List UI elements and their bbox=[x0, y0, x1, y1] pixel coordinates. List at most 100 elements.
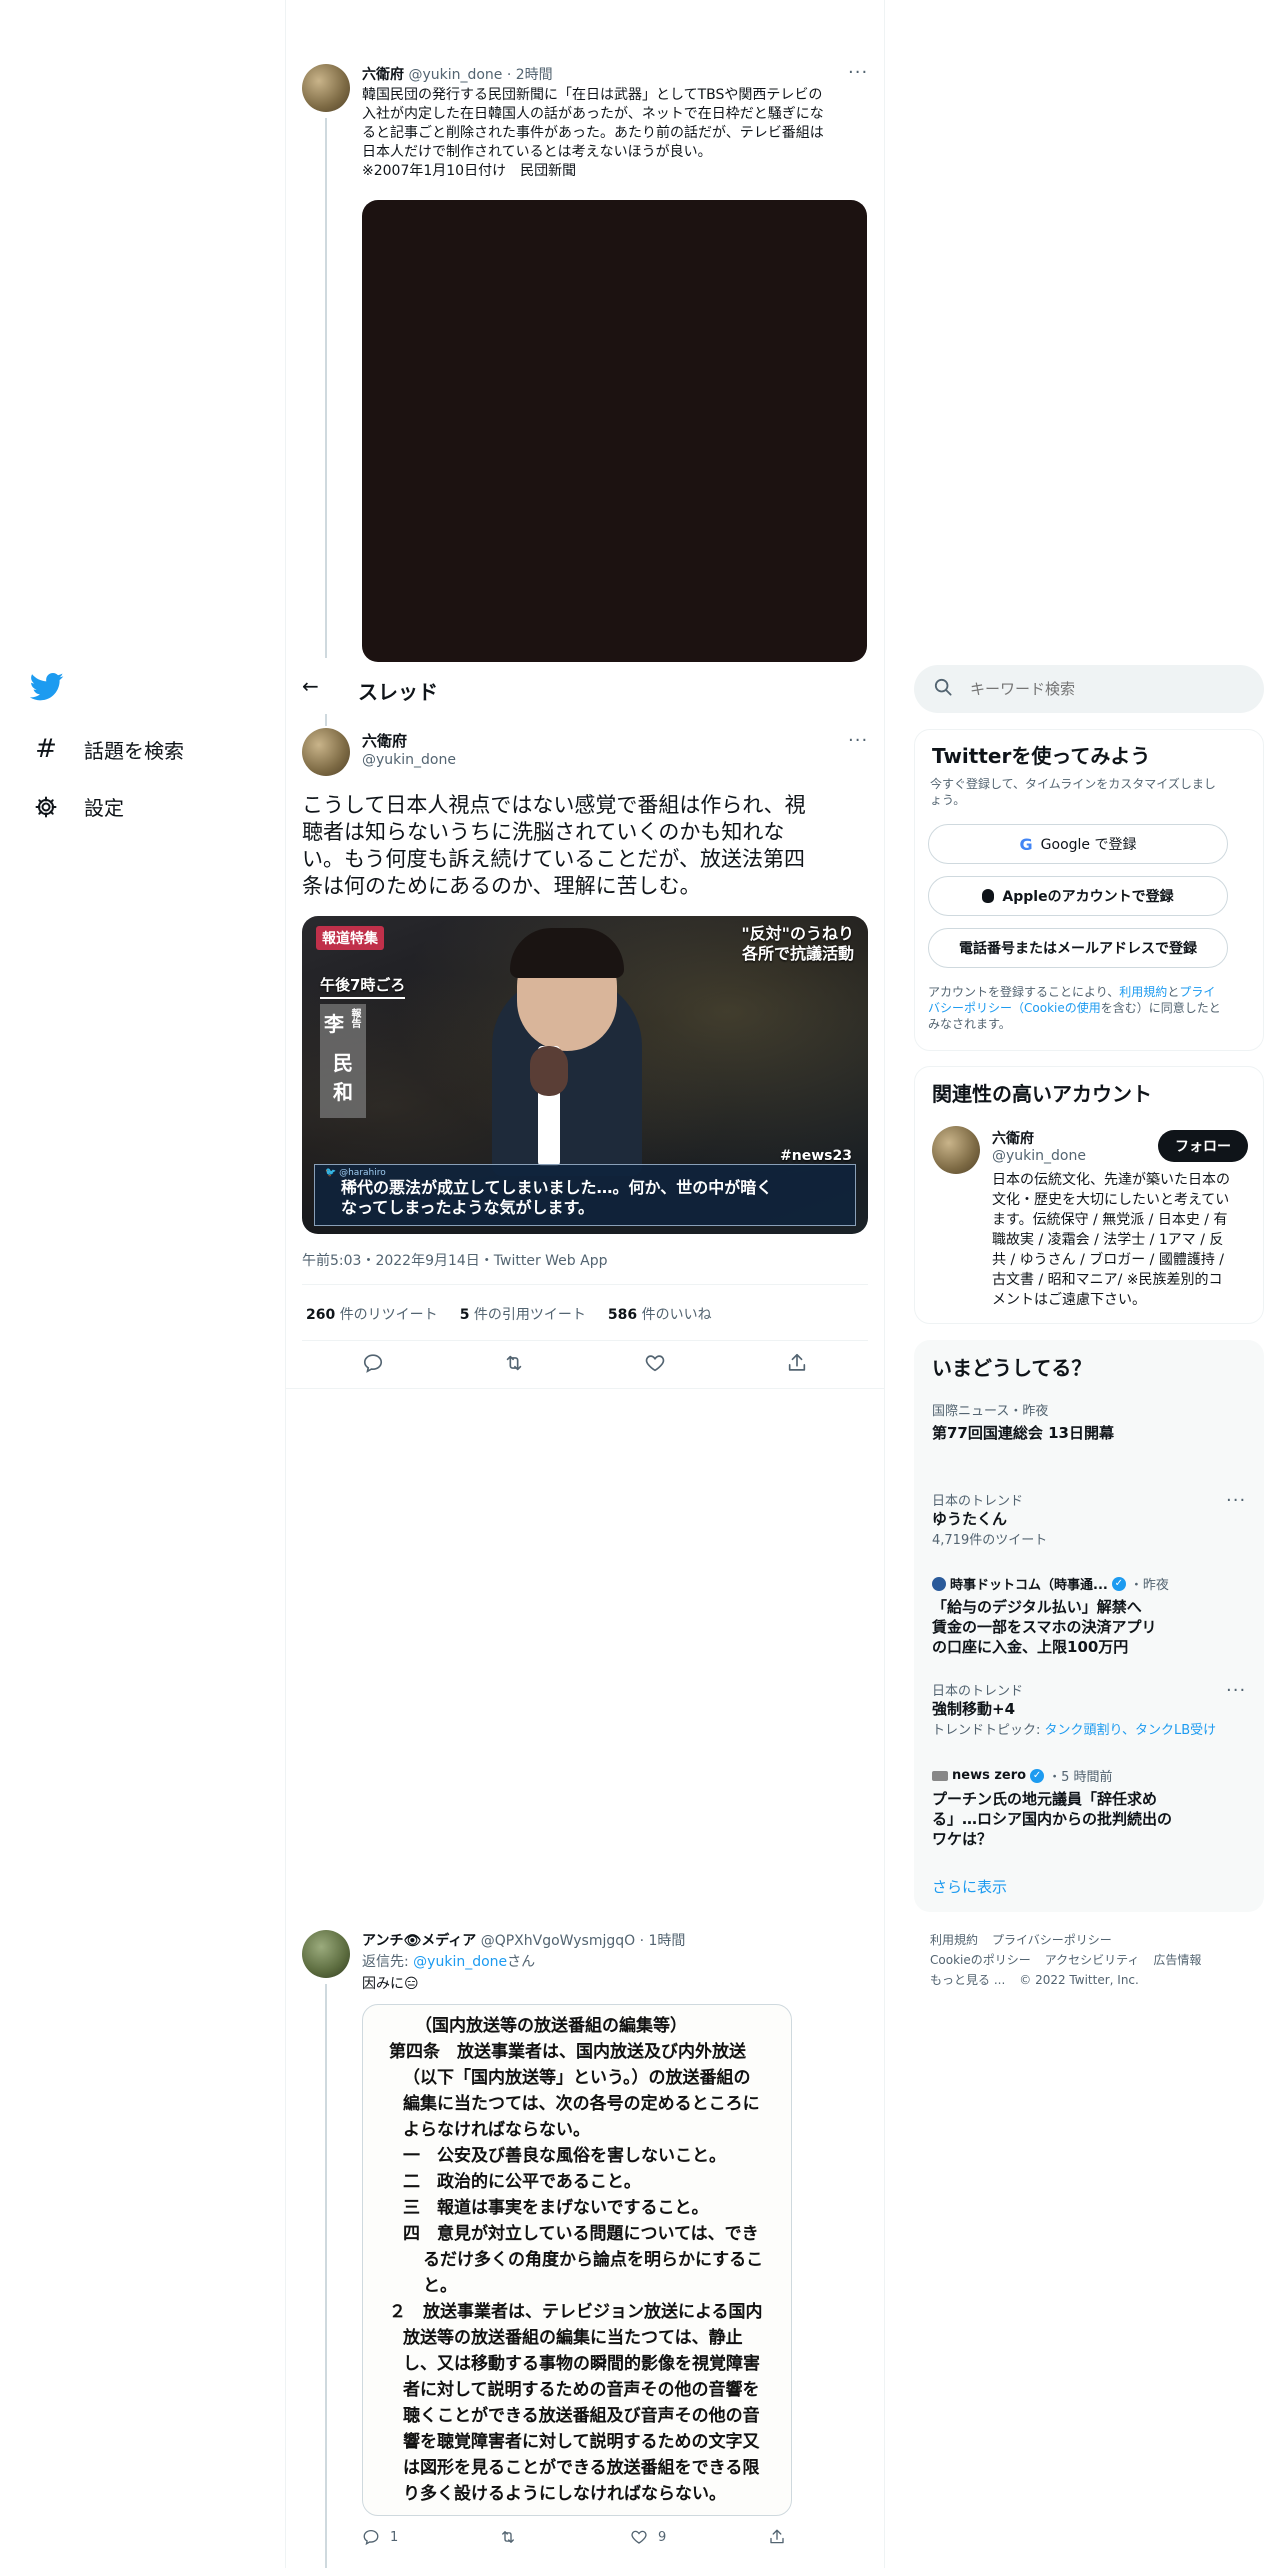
document-line: 三 報道は事実をまげないですること。 bbox=[403, 2198, 709, 2218]
terms-link[interactable]: 利用規約 bbox=[1119, 985, 1167, 999]
avatar[interactable] bbox=[302, 728, 350, 776]
headline-overlay: "反対"のうねり 各所で抗議活動 bbox=[741, 924, 854, 964]
trend-kicker: 国際ニュース・昨夜 bbox=[932, 1404, 1049, 1419]
search-box[interactable] bbox=[914, 665, 1264, 713]
footer-link[interactable]: アクセシビリティ bbox=[1045, 1950, 1140, 1970]
more-icon[interactable]: ··· bbox=[1226, 1490, 1246, 1511]
footer-link[interactable]: Cookieのポリシー bbox=[930, 1950, 1031, 1970]
more-icon[interactable]: ··· bbox=[848, 730, 868, 751]
footer-link[interactable]: 広告情報 bbox=[1153, 1950, 1201, 1970]
trend-title-line: る」…ロシア国内からの批判続出の bbox=[932, 1810, 1173, 1828]
search-icon bbox=[934, 678, 952, 700]
document-line: ２ 放送事業者は、テレビジョン放送による国内 bbox=[389, 2302, 763, 2322]
tweet-text-line: い。もう何度も訴え続けていることだが、放送法第四 bbox=[302, 847, 805, 871]
relevant-name[interactable]: 六衛府 bbox=[992, 1128, 1034, 1148]
tweet-text-line: ると記事ごと削除された事件があった。あたり前の話だが、テレビ番組は bbox=[362, 125, 824, 141]
caption-box: 🐦 @harahiro 稀代の悪法が成立してしまいました…。何か、世の中が暗く … bbox=[314, 1164, 856, 1226]
trend-item[interactable]: 国際ニュース・昨夜 第77回国連総会 13日開幕 bbox=[932, 1400, 1252, 1443]
tweet-time[interactable]: · 2時間 bbox=[507, 67, 553, 83]
trend-item[interactable]: news zero ✓ ・5 時間前 プーチン氏の地元議員「辞任求め る」…ロシ… bbox=[932, 1766, 1252, 1849]
signup-terms: アカウントを登録することにより、利用規約とプライ バシーポリシー（Cookieの… bbox=[928, 984, 1258, 1032]
reporter-name-char: 李 bbox=[324, 1012, 344, 1036]
trend-item[interactable]: 日本のトレンド 強制移動+4 トレンドトピック: タンク頭割り、タンクLB受け bbox=[932, 1680, 1262, 1738]
trend-item[interactable]: 時事ドットコム（時事通... ✓ ・昨夜 「給与のデジタル払い」解禁へ 賃金の一… bbox=[932, 1574, 1252, 1657]
google-icon: G bbox=[1019, 834, 1033, 854]
footer-link[interactable]: プライバシーポリシー bbox=[992, 1930, 1112, 1950]
apple-icon bbox=[982, 889, 995, 903]
like-button[interactable] bbox=[644, 1352, 666, 1378]
document-line: 響を聴覚障害者に対して説明するための文字又 bbox=[403, 2432, 760, 2452]
author-name[interactable]: アンチ👁メディア bbox=[362, 1933, 476, 1949]
share-button[interactable] bbox=[768, 2528, 786, 2546]
phone-signup-button[interactable]: 電話番号またはメールアドレスで登録 bbox=[928, 928, 1228, 968]
author-handle[interactable]: @yukin_done bbox=[408, 67, 502, 83]
divider bbox=[286, 1388, 884, 1389]
avatar[interactable] bbox=[302, 64, 350, 112]
trend-time: ・昨夜 bbox=[1129, 1578, 1169, 1593]
twitter-bird-icon: 🐦 bbox=[325, 1168, 337, 1178]
tweet-media-image[interactable]: （国内放送等の放送番組の編集等） 第四条 放送事業者は、国内放送及び内外放送 （… bbox=[362, 2004, 792, 2516]
author-name[interactable]: 六衛府 bbox=[362, 67, 404, 83]
tweet-header: 六衛府 @yukin_done · 2時間 bbox=[362, 64, 553, 84]
more-icon[interactable]: ··· bbox=[848, 62, 868, 83]
cookie-link[interactable]: バシーポリシー（Cookieの使用 bbox=[928, 1001, 1101, 1015]
trend-title-line: の口座に入金、上限100万円 bbox=[932, 1638, 1129, 1656]
microphone-icon bbox=[530, 1046, 568, 1096]
share-button[interactable] bbox=[786, 1352, 808, 1378]
retweet-icon bbox=[502, 2531, 514, 2543]
google-signup-button[interactable]: G Google で登録 bbox=[928, 824, 1228, 864]
apple-signup-button[interactable]: Appleのアカウントで登録 bbox=[928, 876, 1228, 916]
footer-more-link[interactable]: もっと見る ... bbox=[930, 1970, 1005, 1990]
author-handle[interactable]: @yukin_done bbox=[362, 752, 456, 768]
reply-button[interactable]: 1 bbox=[362, 2528, 398, 2546]
privacy-link[interactable]: プライ bbox=[1179, 985, 1215, 999]
program-logo: 報道特集 bbox=[316, 926, 384, 950]
nav-settings-label: 設定 bbox=[84, 796, 124, 820]
avatar[interactable] bbox=[932, 1126, 980, 1174]
tweet-timestamp[interactable]: 午前5:03・2022年9月14日・Twitter Web App bbox=[302, 1250, 607, 1270]
footer-link[interactable]: 利用規約 bbox=[930, 1930, 978, 1950]
tweet-text-line: ※2007年1月10日付け 民団新聞 bbox=[362, 163, 577, 179]
relevant-handle[interactable]: @yukin_done bbox=[992, 1148, 1086, 1164]
reply-button[interactable] bbox=[362, 1352, 384, 1378]
tweet-text-line: 韓国民団の発行する民団新聞に「在日は武器」としてTBSや関西テレビの bbox=[362, 87, 823, 103]
signup-subtitle: 今すぐ登録して、タイムラインをカスタマイズしまし ょう。 bbox=[930, 776, 1216, 808]
author-handle[interactable]: @QPXhVgoWysmjgqO bbox=[481, 1933, 635, 1949]
show-more-link[interactable]: さらに表示 bbox=[932, 1876, 1007, 1897]
search-input[interactable] bbox=[970, 680, 1230, 698]
trend-topic-links[interactable]: タンク頭割り、タンクLB受け bbox=[1045, 1723, 1217, 1738]
tweet-text: 因みに😑 bbox=[362, 1976, 419, 1992]
document-line: り多く設けるようにしなければならない。 bbox=[403, 2484, 726, 2504]
tweet-media-image[interactable]: 報道特集 "反対"のうねり 各所で抗議活動 午後7時ごろ 李 報告 民 和 #n… bbox=[302, 916, 868, 1234]
nav-explore[interactable]: # 話題を検索 bbox=[32, 734, 184, 764]
avatar[interactable] bbox=[302, 1930, 350, 1978]
quotes-count: 5 bbox=[459, 1307, 470, 1323]
tweet-time[interactable]: · 1時間 bbox=[640, 1933, 686, 1949]
trend-item[interactable]: 日本のトレンド ゆうたくん 4,719件のツイート bbox=[932, 1490, 1252, 1548]
terms-text: みなされます。 bbox=[928, 1017, 1011, 1031]
likes-stat[interactable]: 586 件のいいね bbox=[608, 1304, 712, 1324]
gear-icon bbox=[32, 795, 60, 819]
trend-title-line: 「給与のデジタル払い」解禁へ bbox=[932, 1598, 1142, 1616]
bio-line: ます。伝統保守 / 無党派 / 日本史 / 有 bbox=[992, 1212, 1228, 1228]
tweet-text-line: 入社が内定した在日韓国人の話があったが、ネットで在日枠だと騒ぎにな bbox=[362, 106, 824, 122]
likes-count: 586 bbox=[607, 1307, 638, 1323]
retweet-button[interactable] bbox=[498, 2528, 518, 2546]
follow-button[interactable]: フォロー bbox=[1158, 1130, 1248, 1162]
retweet-button[interactable] bbox=[502, 1352, 526, 1378]
like-button[interactable]: 9 bbox=[630, 2528, 666, 2546]
share-icon bbox=[788, 1353, 806, 1371]
twitter-logo-icon[interactable] bbox=[29, 672, 70, 712]
thread-line bbox=[325, 118, 327, 658]
tweet-media-image[interactable] bbox=[362, 200, 867, 662]
trend-title: 第77回国連総会 13日開幕 bbox=[932, 1424, 1114, 1442]
document-line: は図形を見ることができる放送番組をできる限 bbox=[403, 2458, 760, 2478]
retweets-stat[interactable]: 260 件のリツイート bbox=[306, 1304, 438, 1324]
reply-to-link[interactable]: @yukin_done bbox=[413, 1954, 507, 1970]
signup-title: Twitterを使ってみよう bbox=[932, 744, 1151, 768]
more-icon[interactable]: ··· bbox=[1226, 1680, 1246, 1701]
back-button[interactable]: ← bbox=[302, 674, 319, 698]
nav-settings[interactable]: 設定 bbox=[32, 792, 124, 821]
author-name[interactable]: 六衛府 bbox=[362, 730, 407, 751]
quotes-stat[interactable]: 5 件の引用ツイート bbox=[460, 1304, 586, 1324]
